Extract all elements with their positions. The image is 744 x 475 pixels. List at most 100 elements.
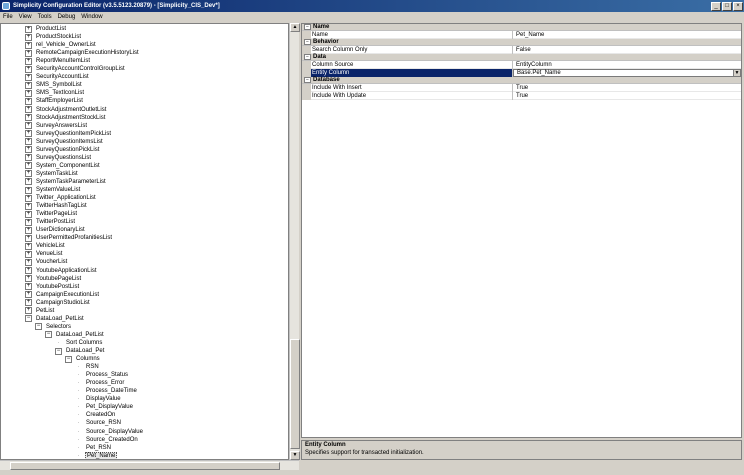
property-name[interactable]: Name — [311, 30, 513, 39]
expand-icon[interactable]: + — [25, 170, 32, 178]
tree-item-label[interactable]: DataLoad_PetList — [35, 316, 85, 322]
tree-item[interactable]: + StaffEmployerList — [25, 97, 84, 105]
tree-item[interactable]: + YoutubePostList — [25, 283, 80, 291]
tree-item[interactable]: + System_ComponentList — [25, 162, 101, 170]
tree-item-label[interactable]: SMS_TextIconList — [35, 90, 85, 96]
property-value[interactable]: True — [513, 92, 741, 100]
configuration-tree[interactable]: + ProductList + ProductStockList + rel_Vehicl… — [0, 23, 289, 460]
property-value[interactable]: Base.Pet_Name ▼ — [513, 68, 741, 77]
minimize-button[interactable]: _ — [711, 1, 721, 11]
tree-item[interactable]: + SystemValueList — [25, 186, 81, 194]
tree-item[interactable]: · Process_DateTime — [75, 387, 138, 395]
tree-item[interactable]: − DataLoad_PetList — [45, 331, 105, 339]
expand-icon[interactable]: + — [25, 218, 32, 226]
tree-item[interactable]: + ProductStockList — [25, 33, 82, 41]
expand-icon[interactable]: + — [25, 178, 32, 186]
tree-item-label[interactable]: ProductList — [35, 26, 67, 32]
tree-item-label[interactable]: SystemValueList — [35, 187, 81, 193]
tree-item[interactable]: · Pet_RSN — [75, 444, 112, 452]
collapse-icon[interactable]: − — [65, 355, 72, 363]
tree-item[interactable]: + UserDictionaryList — [25, 226, 86, 234]
tree-item-label[interactable]: StaffEmployerList — [35, 98, 84, 104]
tree-item[interactable]: + SurveyQuestionItemsList — [25, 138, 104, 146]
tree-item[interactable]: + SMS_TextIconList — [25, 89, 85, 97]
tree-item-label[interactable]: Process_DateTime — [85, 388, 138, 394]
expand-icon[interactable]: + — [25, 291, 32, 299]
tree-item[interactable]: + SystemTaskParameterList — [25, 178, 107, 186]
tree-item[interactable]: + StockAdjustmentStockList — [25, 114, 106, 122]
expand-icon[interactable]: + — [25, 307, 32, 315]
collapse-icon[interactable]: − — [55, 347, 62, 355]
menu-view[interactable]: View — [19, 14, 32, 20]
collapse-icon[interactable]: − — [304, 77, 311, 83]
tree-item-label[interactable]: CampaignStudioList — [35, 300, 91, 306]
expand-icon[interactable]: + — [25, 49, 32, 57]
tree-item-label[interactable]: DataLoad_Pet — [65, 348, 105, 354]
property-name[interactable]: Include With Insert — [311, 83, 513, 92]
property-value[interactable]: Pet_Name — [513, 31, 741, 39]
tree-item[interactable]: · Pet_DisplayValue — [75, 403, 134, 411]
tree-item[interactable]: + ReportMenuItemList — [25, 57, 91, 65]
property-name[interactable]: Include With Update — [311, 91, 513, 100]
expand-icon[interactable]: + — [25, 73, 32, 81]
tree-item-label[interactable]: SurveyQuestionItemPickList — [35, 131, 112, 137]
tree-item-label[interactable]: rel_Vehicle_OwnerList — [35, 42, 97, 48]
tree-item-label[interactable]: YoutubePageList — [35, 276, 82, 282]
tree-item-label[interactable]: TwitterPageList — [35, 211, 78, 217]
tree-item-label[interactable]: Selectors — [45, 324, 72, 330]
tree-item-label[interactable]: DataLoad_PetList — [55, 332, 105, 338]
tree-item-label[interactable]: Process_Status — [85, 372, 129, 378]
tree-item[interactable]: · Sort Columns — [55, 339, 103, 347]
tree-item-label[interactable]: TwitterHashTagList — [35, 203, 88, 209]
menu-window[interactable]: Window — [81, 14, 102, 20]
tree-item[interactable]: · Process_Status — [75, 371, 129, 379]
tree-item[interactable]: − Selectors — [35, 323, 72, 331]
tree-item[interactable]: + SurveyQuestionItemPickList — [25, 130, 112, 138]
tree-item[interactable]: + UserPermittedProfanitiesList — [25, 234, 113, 242]
tree-item-label[interactable]: Pet_DisplayValue — [85, 404, 134, 410]
collapse-icon[interactable]: − — [25, 315, 32, 323]
tree-item-label[interactable]: Pet_RSN — [85, 445, 112, 451]
tree-item[interactable]: + PetList — [25, 307, 55, 315]
tree-item-label[interactable]: SurveyQuestionItemsList — [35, 139, 104, 145]
expand-icon[interactable]: + — [25, 283, 32, 291]
tree-item[interactable]: + VehicleList — [25, 242, 66, 250]
collapse-icon[interactable]: − — [304, 24, 311, 30]
property-row[interactable]: Include With Update True — [302, 91, 741, 100]
expand-icon[interactable]: + — [25, 275, 32, 283]
expand-icon[interactable]: + — [25, 138, 32, 146]
tree-item[interactable]: + TwitterPostList — [25, 218, 76, 226]
tree-item[interactable]: + SurveyQuestionPickList — [25, 146, 100, 154]
tree-item-label[interactable]: SystemTaskList — [35, 171, 79, 177]
tree-item[interactable]: + SystemTaskList — [25, 170, 79, 178]
tree-item-label[interactable]: Pet_Name — [85, 451, 118, 459]
tree-item[interactable]: · Source_CreatedOn — [75, 436, 139, 444]
property-value[interactable]: False — [513, 46, 741, 54]
collapse-icon[interactable]: − — [45, 331, 52, 339]
tree-item[interactable]: + TwitterHashTagList — [25, 202, 88, 210]
property-value[interactable]: True — [513, 84, 741, 92]
tree-item[interactable]: + SurveyAnswersList — [25, 122, 88, 130]
tree-item-label[interactable]: SurveyAnswersList — [35, 123, 88, 129]
tree-item-label[interactable]: PetList — [35, 308, 55, 314]
maximize-button[interactable]: □ — [722, 1, 732, 11]
tree-item[interactable]: + SMS_SymbolList — [25, 81, 83, 89]
tree-item[interactable]: + CampaignExecutionList — [25, 291, 100, 299]
tree-item-label[interactable]: Twitter_ApplicationList — [35, 195, 97, 201]
expand-icon[interactable]: + — [25, 250, 32, 258]
tree-item-label[interactable]: RSN — [85, 364, 100, 370]
tree-item[interactable]: + TwitterPageList — [25, 210, 78, 218]
tree-item[interactable]: · DisplayValue — [75, 395, 122, 403]
expand-icon[interactable]: + — [25, 154, 32, 162]
tree-horizontal-scrollbar[interactable] — [0, 460, 299, 470]
tree-item-label[interactable]: YoutubePostList — [35, 284, 80, 290]
tree-item[interactable]: + rel_Vehicle_OwnerList — [25, 41, 97, 49]
expand-icon[interactable]: + — [25, 194, 32, 202]
expand-icon[interactable]: + — [25, 25, 32, 33]
property-row[interactable]: Search Column Only False — [302, 45, 741, 54]
menu-file[interactable]: File — [3, 14, 13, 20]
expand-icon[interactable]: + — [25, 89, 32, 97]
expand-icon[interactable]: + — [25, 97, 32, 105]
tree-item[interactable]: − DataLoad_PetList — [25, 315, 85, 323]
tree-item[interactable]: − Columns — [65, 355, 101, 363]
